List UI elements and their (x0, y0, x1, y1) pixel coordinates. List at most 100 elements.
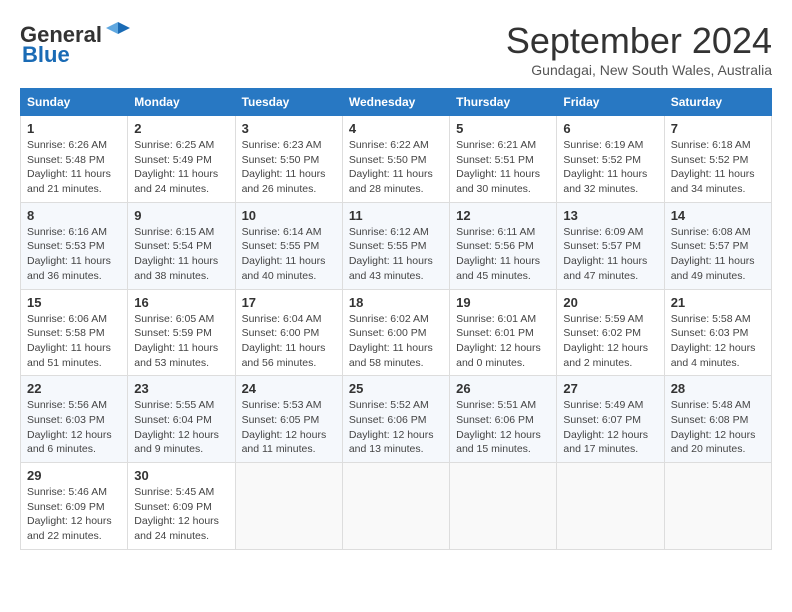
sunset-text: Sunset: 6:06 PM (456, 413, 550, 428)
daylight-text: Daylight: 12 hours and 2 minutes. (563, 341, 657, 370)
day-info: Sunrise: 5:51 AMSunset: 6:06 PMDaylight:… (456, 398, 550, 457)
sunrise-text: Sunrise: 6:23 AM (242, 138, 336, 153)
table-row: 22Sunrise: 5:56 AMSunset: 6:03 PMDayligh… (21, 376, 128, 463)
table-row: 5Sunrise: 6:21 AMSunset: 5:51 PMDaylight… (450, 116, 557, 203)
page-header: General Blue September 2024 Gundagai, Ne… (20, 20, 772, 78)
day-info: Sunrise: 6:05 AMSunset: 5:59 PMDaylight:… (134, 312, 228, 371)
daylight-text: Daylight: 11 hours and 53 minutes. (134, 341, 228, 370)
table-row: 28 Sunrise: 5:48 AMSunset: 6:08 PMDayligh… (664, 376, 771, 463)
logo-blue: Blue (22, 42, 70, 68)
sunrise-text: Sunrise: 6:21 AM (456, 138, 550, 153)
day-number: 27 (563, 381, 657, 396)
sunrise-text: Sunrise: 5:51 AM (456, 398, 550, 413)
table-row: 21Sunrise: 5:58 AMSunset: 6:03 PMDayligh… (664, 289, 771, 376)
sunrise-text: Sunrise: 5:46 AM (27, 485, 121, 500)
location-subtitle: Gundagai, New South Wales, Australia (506, 62, 772, 78)
day-number: 18 (349, 295, 443, 310)
title-block: September 2024 Gundagai, New South Wales… (506, 20, 772, 78)
day-number: 8 (27, 208, 121, 223)
daylight-text: Daylight: 11 hours and 51 minutes. (27, 341, 121, 370)
daylight-text: Daylight: 12 hours and 15 minutes. (456, 428, 550, 457)
sunrise-text: Sunrise: 5:58 AM (671, 312, 765, 327)
table-row: 10Sunrise: 6:14 AMSunset: 5:55 PMDayligh… (235, 202, 342, 289)
sunrise-text: Sunrise: 5:45 AM (134, 485, 228, 500)
logo: General Blue (20, 20, 132, 68)
day-number: 11 (349, 208, 443, 223)
sunset-text: Sunset: 5:48 PM (27, 153, 121, 168)
daylight-text: Daylight: 12 hours and 9 minutes. (134, 428, 228, 457)
sunrise-text: Sunrise: 6:01 AM (456, 312, 550, 327)
daylight-text: Daylight: 12 hours and 11 minutes. (242, 428, 336, 457)
day-number: 24 (242, 381, 336, 396)
table-row: 30 Sunrise: 5:45 AMSunset: 6:09 PMDayligh… (128, 463, 235, 550)
sunset-text: Sunset: 6:00 PM (349, 326, 443, 341)
sunrise-text: Sunrise: 5:56 AM (27, 398, 121, 413)
daylight-text: Daylight: 11 hours and 58 minutes. (349, 341, 443, 370)
day-number: 22 (27, 381, 121, 396)
day-info: Sunrise: 6:12 AMSunset: 5:55 PMDaylight:… (349, 225, 443, 284)
daylight-text: Daylight: 12 hours and 6 minutes. (27, 428, 121, 457)
sunrise-text: Sunrise: 5:53 AM (242, 398, 336, 413)
sunset-text: Sunset: 5:55 PM (349, 239, 443, 254)
daylight-text: Daylight: 11 hours and 43 minutes. (349, 254, 443, 283)
table-row (664, 463, 771, 550)
daylight-text: Daylight: 11 hours and 24 minutes. (134, 167, 228, 196)
day-number: 1 (27, 121, 121, 136)
daylight-text: Daylight: 11 hours and 36 minutes. (27, 254, 121, 283)
day-number: 14 (671, 208, 765, 223)
sunrise-text: Sunrise: 6:08 AM (671, 225, 765, 240)
sunset-text: Sunset: 6:09 PM (134, 500, 228, 515)
calendar-row: 1Sunrise: 6:26 AMSunset: 5:48 PMDaylight… (21, 116, 772, 203)
month-title: September 2024 (506, 20, 772, 62)
sunset-text: Sunset: 5:50 PM (349, 153, 443, 168)
table-row (557, 463, 664, 550)
calendar-row: 8Sunrise: 6:16 AMSunset: 5:53 PMDaylight… (21, 202, 772, 289)
sunrise-text: Sunrise: 6:11 AM (456, 225, 550, 240)
daylight-text: Daylight: 12 hours and 22 minutes. (27, 514, 121, 543)
day-info: Sunrise: 5:49 AMSunset: 6:07 PMDaylight:… (563, 398, 657, 457)
day-info: Sunrise: 5:59 AMSunset: 6:02 PMDaylight:… (563, 312, 657, 371)
table-row: 16Sunrise: 6:05 AMSunset: 5:59 PMDayligh… (128, 289, 235, 376)
day-info: Sunrise: 6:02 AMSunset: 6:00 PMDaylight:… (349, 312, 443, 371)
daylight-text: Daylight: 11 hours and 38 minutes. (134, 254, 228, 283)
table-row: 27 Sunrise: 5:49 AMSunset: 6:07 PMDayligh… (557, 376, 664, 463)
daylight-text: Daylight: 11 hours and 32 minutes. (563, 167, 657, 196)
day-number: 30 (134, 468, 228, 483)
day-number: 29 (27, 468, 121, 483)
sunrise-text: Sunrise: 6:05 AM (134, 312, 228, 327)
day-info: Sunrise: 6:15 AMSunset: 5:54 PMDaylight:… (134, 225, 228, 284)
table-row: 17 Sunrise: 6:04 AMSunset: 6:00 PMDayligh… (235, 289, 342, 376)
day-info: Sunrise: 5:48 AMSunset: 6:08 PMDaylight:… (671, 398, 765, 457)
sunset-text: Sunset: 6:01 PM (456, 326, 550, 341)
day-number: 4 (349, 121, 443, 136)
sunrise-text: Sunrise: 6:09 AM (563, 225, 657, 240)
table-row: 14Sunrise: 6:08 AMSunset: 5:57 PMDayligh… (664, 202, 771, 289)
day-number: 28 (671, 381, 765, 396)
day-number: 17 (242, 295, 336, 310)
sunset-text: Sunset: 5:58 PM (27, 326, 121, 341)
col-sunday: Sunday (21, 89, 128, 116)
day-number: 13 (563, 208, 657, 223)
table-row (450, 463, 557, 550)
day-number: 5 (456, 121, 550, 136)
col-tuesday: Tuesday (235, 89, 342, 116)
sunrise-text: Sunrise: 5:52 AM (349, 398, 443, 413)
sunrise-text: Sunrise: 5:55 AM (134, 398, 228, 413)
day-number: 9 (134, 208, 228, 223)
sunrise-text: Sunrise: 6:18 AM (671, 138, 765, 153)
table-row: 2Sunrise: 6:25 AMSunset: 5:49 PMDaylight… (128, 116, 235, 203)
calendar-table: Sunday Monday Tuesday Wednesday Thursday… (20, 88, 772, 550)
sunrise-text: Sunrise: 6:06 AM (27, 312, 121, 327)
calendar-header-row: Sunday Monday Tuesday Wednesday Thursday… (21, 89, 772, 116)
sunset-text: Sunset: 5:57 PM (671, 239, 765, 254)
day-info: Sunrise: 6:18 AMSunset: 5:52 PMDaylight:… (671, 138, 765, 197)
day-info: Sunrise: 5:46 AMSunset: 6:09 PMDaylight:… (27, 485, 121, 544)
sunset-text: Sunset: 6:02 PM (563, 326, 657, 341)
table-row: 7Sunrise: 6:18 AMSunset: 5:52 PMDaylight… (664, 116, 771, 203)
day-info: Sunrise: 5:45 AMSunset: 6:09 PMDaylight:… (134, 485, 228, 544)
day-info: Sunrise: 6:04 AMSunset: 6:00 PMDaylight:… (242, 312, 336, 371)
daylight-text: Daylight: 11 hours and 40 minutes. (242, 254, 336, 283)
day-info: Sunrise: 6:25 AMSunset: 5:49 PMDaylight:… (134, 138, 228, 197)
table-row: 1Sunrise: 6:26 AMSunset: 5:48 PMDaylight… (21, 116, 128, 203)
daylight-text: Daylight: 11 hours and 21 minutes. (27, 167, 121, 196)
